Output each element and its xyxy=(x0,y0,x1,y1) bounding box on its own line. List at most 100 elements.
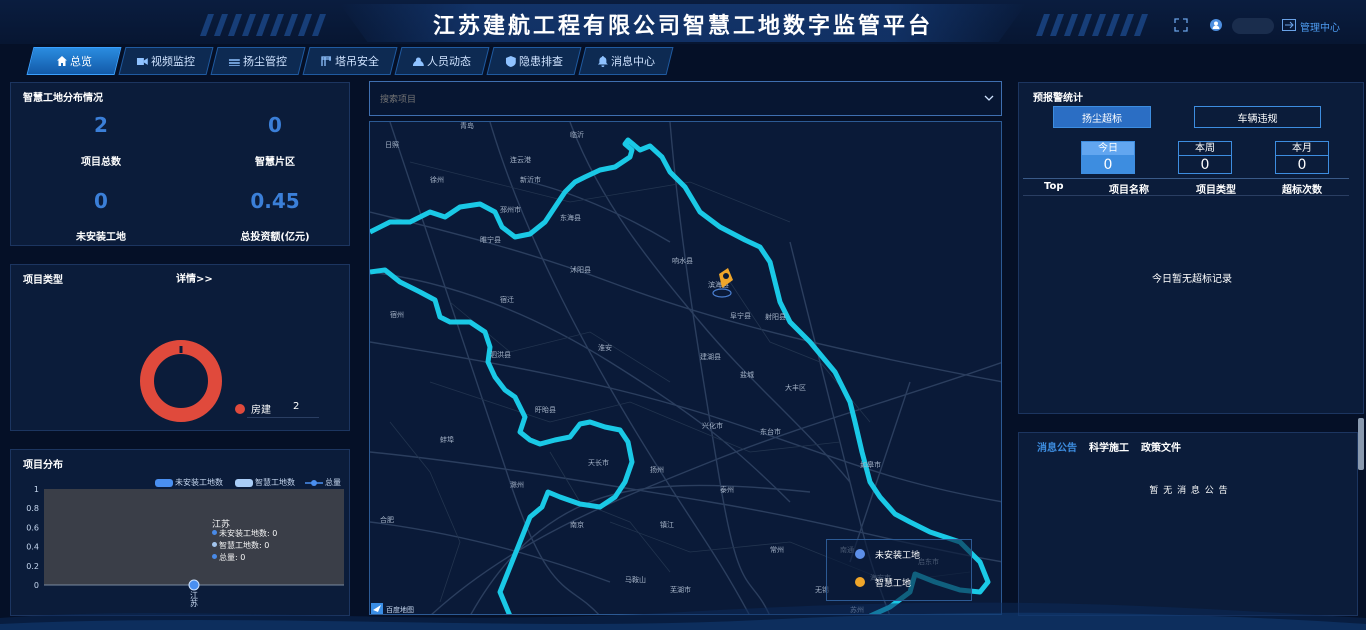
map-city-label: 临沂 xyxy=(570,130,584,139)
tab-dust-control[interactable]: 扬尘管控 xyxy=(210,47,306,75)
chart-tooltip: 江苏 未安装工地数: 0 智慧工地数: 0 总量: 0 xyxy=(206,514,298,568)
header-bar: 江苏建航工程有限公司智慧工地数字监管平台 管理中心 xyxy=(0,0,1366,44)
project-search-select[interactable] xyxy=(369,81,1002,116)
bell-icon xyxy=(597,55,608,67)
y-tick-label: 0.8 xyxy=(26,504,39,513)
map-legend: 未安装工地 智慧工地 xyxy=(826,539,972,601)
map-city-label: 邳州市 xyxy=(500,205,521,214)
project-dist-panel: 项目分布 未安装工地数 智慧工地数 总量 0 0.2 0.4 0.6 0.8 1 江苏 江苏… xyxy=(10,449,350,616)
map-city-label: 宿州 xyxy=(390,310,404,319)
map-city-label: 合肥 xyxy=(380,515,394,524)
map-city-label: 青岛 xyxy=(460,122,474,130)
map-city-label: 淮安 xyxy=(598,343,612,352)
col-exceed-count: 超标次数 xyxy=(1282,185,1322,196)
map-city-label: 阜宁县 xyxy=(730,311,751,320)
project-type-detail-link[interactable]: 详情>> xyxy=(176,270,213,285)
stat-investment-value: 0.45 xyxy=(250,189,300,213)
map-city-label: 扬州 xyxy=(650,465,664,474)
search-input[interactable] xyxy=(378,90,942,110)
stat-uninstalled-value: 0 xyxy=(94,189,108,213)
stat-investment-label: 总投资额(亿元) xyxy=(240,232,310,243)
stat-smart-zone-label: 智慧片区 xyxy=(255,157,295,168)
tab-video-monitor[interactable]: 视频监控 xyxy=(118,47,214,75)
tooltip-dot-total xyxy=(212,554,217,559)
period-month-value: 0 xyxy=(1297,157,1307,173)
tab-label: 视频监控 xyxy=(151,55,195,68)
map-city-label: 日照 xyxy=(385,141,399,149)
legend-dot-residential xyxy=(235,404,245,414)
tooltip-line-total: 总量: 0 xyxy=(219,553,246,562)
tooltip-dot-uninstalled xyxy=(212,530,217,535)
y-tick-label: 0 xyxy=(34,581,39,590)
alert-empty-text: 今日暂无超标记录 xyxy=(1152,274,1232,285)
stat-uninstalled-label: 未安装工地 xyxy=(76,232,126,243)
tab-hazard-check[interactable]: 隐患排查 xyxy=(486,47,582,75)
notice-tab-science[interactable]: 科学施工 xyxy=(1089,439,1129,454)
map-legend-dot-smart xyxy=(855,577,865,587)
tab-label: 扬尘管控 xyxy=(243,55,287,68)
tab-label: 总览 xyxy=(69,55,92,68)
period-week-label: 本周 xyxy=(1179,142,1231,156)
map-city-label: 新沂市 xyxy=(520,175,541,184)
map-city-label: 如皋市 xyxy=(860,460,881,469)
page-scrollbar[interactable] xyxy=(1358,418,1364,470)
legend-label-residential: 房建 xyxy=(251,405,271,416)
video-icon xyxy=(137,57,148,65)
map-city-label: 东海县 xyxy=(560,213,581,222)
map-city-label: 宿迁 xyxy=(500,295,514,304)
tab-overview[interactable]: 总览 xyxy=(26,47,122,75)
map-city-label: 芜湖市 xyxy=(670,585,691,594)
notice-tab-announce[interactable]: 消息公告 xyxy=(1037,439,1077,454)
period-month-label: 本月 xyxy=(1276,142,1328,156)
map-city-label: 盐城 xyxy=(740,370,754,379)
col-top: Top xyxy=(1044,181,1064,192)
shield-icon xyxy=(505,55,516,67)
project-type-donut xyxy=(140,340,222,422)
tab-crane-safety[interactable]: 塔吊安全 xyxy=(302,47,398,75)
col-project-name: 项目名称 xyxy=(1109,185,1149,196)
dust-icon xyxy=(229,58,240,66)
chevron-down-icon[interactable] xyxy=(984,95,994,102)
map-container[interactable]: 青岛 临沂 日照 连云港 东海县 宿迁 沭阳县 泗洪县 淮安 盐城 建湖县 阜宁县 滨海县 响水县 射阳县大… xyxy=(369,121,1002,615)
alert-title: 预报警统计 xyxy=(1033,93,1083,104)
project-type-panel: 项目类型 详情>> 房建 2 xyxy=(10,264,350,431)
period-week-value: 0 xyxy=(1200,157,1210,173)
page-title: 江苏建航工程有限公司智慧工地数字监管平台 xyxy=(432,14,933,39)
table-divider-top xyxy=(1023,178,1349,179)
notice-tab-policy[interactable]: 政策文件 xyxy=(1141,439,1181,454)
period-today-label: 今日 xyxy=(1082,142,1134,156)
tab-message-center[interactable]: 消息中心 xyxy=(578,47,674,75)
stat-project-total-label: 项目总数 xyxy=(81,157,121,168)
y-tick-label: 1 xyxy=(34,486,39,494)
y-tick-label: 0.6 xyxy=(26,523,39,532)
stat-project-total-value: 2 xyxy=(94,113,108,137)
manage-center-link[interactable]: 管理中心 xyxy=(1300,19,1340,34)
alert-tab-vehicle[interactable]: 车辆违规 xyxy=(1194,106,1321,128)
map-city-label: 东台市 xyxy=(760,427,781,436)
period-month[interactable]: 本月 0 xyxy=(1275,141,1329,174)
y-tick-label: 0.2 xyxy=(26,562,39,571)
home-icon xyxy=(56,56,67,66)
map-city-label: 泰州 xyxy=(720,485,734,494)
period-today[interactable]: 今日 0 xyxy=(1081,141,1135,174)
map-city-label: 马鞍山 xyxy=(625,575,646,584)
map-legend-label-uninstalled: 未安装工地 xyxy=(875,551,921,561)
username-pill[interactable] xyxy=(1232,18,1274,34)
table-divider-header xyxy=(1023,195,1349,196)
tab-personnel[interactable]: 人员动态 xyxy=(394,47,490,75)
fullscreen-icon[interactable] xyxy=(1174,18,1188,32)
map-city-label: 镇江 xyxy=(660,520,674,529)
map-city-label: 滁州 xyxy=(510,480,524,489)
data-point-total[interactable] xyxy=(188,579,200,591)
map-legend-dot-uninstalled xyxy=(855,549,865,559)
notice-panel: 消息公告 科学施工 政策文件 暂 无 消 息 公 告 xyxy=(1018,432,1358,616)
user-avatar-icon[interactable] xyxy=(1210,19,1222,31)
alert-tab-dust[interactable]: 扬尘超标 xyxy=(1053,106,1151,128)
crane-icon xyxy=(321,56,331,66)
map-legend-label-smart: 智慧工地 xyxy=(875,579,912,589)
notice-empty-text: 暂 无 消 息 公 告 xyxy=(1149,486,1229,496)
manage-center-icon[interactable] xyxy=(1282,19,1296,31)
period-week[interactable]: 本周 0 xyxy=(1178,141,1232,174)
alert-panel: 预报警统计 扬尘超标 车辆违规 今日 0 本周 0 本月 0 Top 项目名称 … xyxy=(1018,82,1364,414)
map-city-label: 常州 xyxy=(770,545,784,554)
